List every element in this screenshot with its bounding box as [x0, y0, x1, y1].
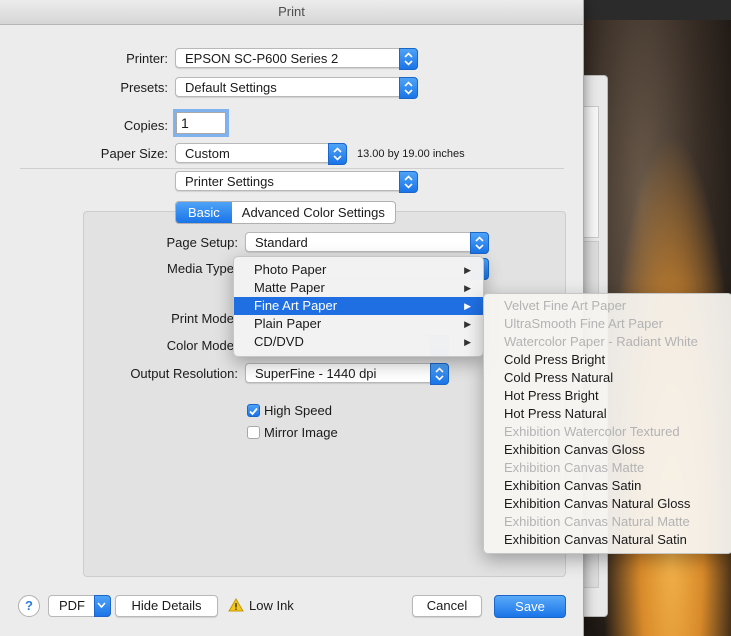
- output-resolution-value: SuperFine - 1440 dpi: [255, 366, 377, 381]
- menu-item-label: Plain Paper: [254, 316, 322, 331]
- paper-size-value: Custom: [185, 146, 230, 161]
- menu-item-photo-paper[interactable]: Photo Paper ▶: [234, 261, 483, 279]
- up-down-arrows-icon: [470, 232, 489, 254]
- submenu-item: Velvet Fine Art Paper: [504, 298, 627, 313]
- menu-item-label: Fine Art Paper: [254, 298, 338, 313]
- printer-popup[interactable]: EPSON SC-P600 Series 2: [175, 48, 418, 70]
- page-setup-value: Standard: [255, 235, 308, 250]
- media-type-label: Media Type: [167, 261, 234, 276]
- submenu-item[interactable]: Cold Press Bright: [484, 351, 731, 369]
- up-down-arrows-icon: [399, 171, 418, 193]
- submenu-arrow-icon: ▶: [464, 301, 471, 311]
- tab-advanced-color-settings[interactable]: Advanced Color Settings: [232, 202, 395, 223]
- menu-item-label: Matte Paper: [254, 280, 325, 295]
- paper-dimensions: 13.00 by 19.00 inches: [357, 148, 465, 160]
- window-title: Print: [0, 0, 583, 25]
- print-mode-label: Print Mode: [171, 311, 234, 326]
- up-down-arrows-icon: [399, 48, 418, 70]
- submenu-arrow-icon: ▶: [464, 319, 471, 329]
- submenu-item[interactable]: Hot Press Natural: [484, 405, 731, 423]
- menu-item-label: Photo Paper: [254, 262, 327, 277]
- submenu-item[interactable]: Cold Press Natural: [484, 369, 731, 387]
- warning-icon: [228, 598, 244, 612]
- submenu-item[interactable]: Exhibition Canvas Natural Satin: [484, 531, 731, 549]
- menu-item-plain-paper[interactable]: Plain Paper ▶: [234, 315, 483, 333]
- submenu-arrow-icon: ▶: [464, 337, 471, 347]
- submenu-item: Exhibition Canvas Matte: [504, 460, 645, 475]
- color-mode-label: Color Mode: [166, 338, 234, 353]
- menu-item-cd-dvd[interactable]: CD/DVD ▶: [234, 333, 483, 351]
- copies-label: Copies:: [123, 118, 168, 133]
- printer-value: EPSON SC-P600 Series 2: [185, 51, 339, 66]
- hide-details-button[interactable]: Hide Details: [115, 595, 218, 617]
- presets-label: Presets:: [120, 80, 168, 95]
- pdf-label: PDF: [59, 598, 85, 613]
- submenu-arrow-icon: ▶: [464, 283, 471, 293]
- submenu-item[interactable]: Exhibition Canvas Satin: [484, 477, 731, 495]
- panel-select-value: Printer Settings: [185, 174, 274, 189]
- submenu-item: Watercolor Paper - Radiant White: [504, 334, 698, 349]
- submenu-arrow-icon: ▶: [464, 265, 471, 275]
- cancel-button[interactable]: Cancel: [412, 595, 482, 617]
- page-setup-popup[interactable]: Standard: [245, 232, 489, 254]
- high-speed-label[interactable]: High Speed: [264, 403, 332, 418]
- copies-input[interactable]: 1: [173, 109, 229, 137]
- pdf-menu-button[interactable]: PDF: [48, 595, 111, 617]
- panel-select-popup[interactable]: Printer Settings: [175, 171, 418, 193]
- menu-item-fine-art-paper[interactable]: Fine Art Paper ▶: [234, 297, 483, 315]
- presets-value: Default Settings: [185, 80, 277, 95]
- low-ink-label: Low Ink: [249, 598, 294, 613]
- paper-size-popup[interactable]: Custom: [175, 143, 347, 165]
- submenu-item: UltraSmooth Fine Art Paper: [504, 316, 663, 331]
- tab-bar: Basic Advanced Color Settings: [175, 201, 396, 224]
- page-setup-label: Page Setup:: [166, 235, 238, 250]
- output-resolution-popup[interactable]: SuperFine - 1440 dpi: [245, 363, 449, 385]
- chevron-down-icon: [94, 595, 111, 617]
- printer-label: Printer:: [126, 51, 168, 66]
- checkmark-icon: [249, 407, 258, 416]
- submenu-item: Exhibition Canvas Natural Matte: [504, 514, 690, 529]
- media-type-menu: Photo Paper ▶ Matte Paper ▶ Fine Art Pap…: [233, 256, 484, 357]
- paper-size-label: Paper Size:: [100, 146, 168, 161]
- submenu-item[interactable]: Exhibition Canvas Gloss: [484, 441, 731, 459]
- submenu-item: Exhibition Watercolor Textured: [504, 424, 680, 439]
- up-down-arrows-icon: [328, 143, 347, 165]
- menu-item-matte-paper[interactable]: Matte Paper ▶: [234, 279, 483, 297]
- high-speed-checkbox[interactable]: [247, 404, 260, 417]
- menu-item-label: CD/DVD: [254, 334, 304, 349]
- presets-popup[interactable]: Default Settings: [175, 77, 418, 99]
- divider: [20, 168, 564, 169]
- output-resolution-label: Output Resolution:: [130, 366, 238, 381]
- tab-basic[interactable]: Basic: [176, 202, 232, 223]
- mirror-image-checkbox[interactable]: [247, 426, 260, 439]
- submenu-item[interactable]: Exhibition Canvas Natural Gloss: [484, 495, 731, 513]
- fine-art-submenu: Velvet Fine Art Paper UltraSmooth Fine A…: [483, 293, 731, 554]
- help-button[interactable]: ?: [18, 595, 40, 617]
- submenu-item[interactable]: Hot Press Bright: [484, 387, 731, 405]
- up-down-arrows-icon: [430, 363, 449, 385]
- save-button[interactable]: Save: [494, 595, 566, 618]
- mirror-image-label[interactable]: Mirror Image: [264, 425, 338, 440]
- up-down-arrows-icon: [399, 77, 418, 99]
